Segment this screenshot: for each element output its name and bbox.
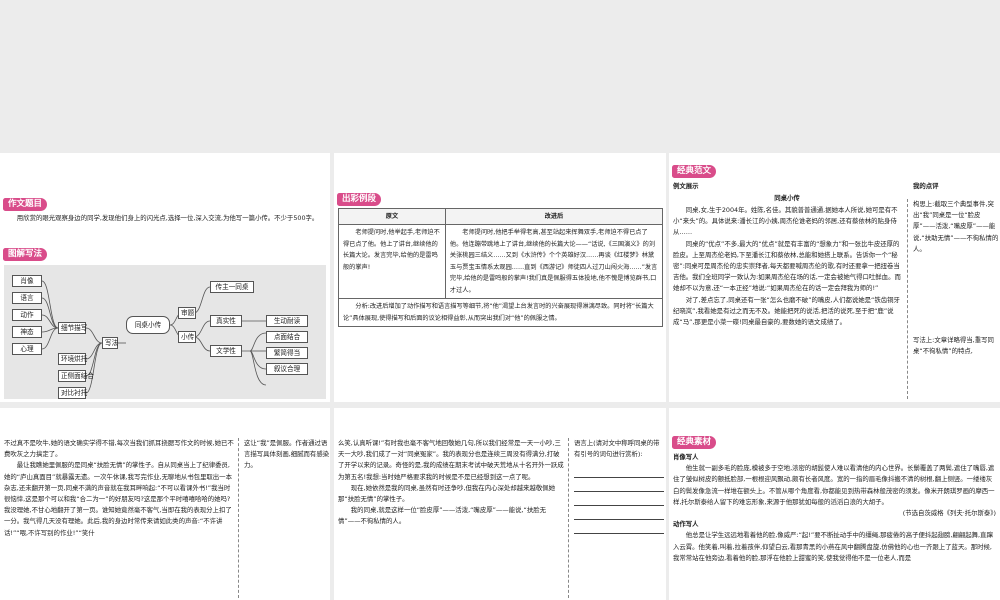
mm-authenticity: 真实性 — [210, 315, 242, 327]
panel-essay-continued: 不过真不是吹牛,她的语文确实学得不错,每次当我们抓耳挠腮写作文的时候,她已不费吹… — [0, 408, 330, 600]
mm-contrast: 对比衬托 — [58, 387, 87, 399]
table-row: 老师提问时,他举起手,老师迫不得已点了他。他上了讲台,继续他的长篇大论。发言完毕… — [338, 224, 664, 300]
material-source: (节选自茨威格《列夫·托尔斯泰》) — [902, 509, 996, 518]
comparison-table: 原文 改进后 老师提问时,他举起手,老师迫不得已点了他。他上了讲台,继续他的长篇… — [338, 207, 664, 328]
answer-line[interactable] — [574, 464, 664, 479]
essay-body: 同桌,女,生于2004年。姓陈,名佳。其貌普普通通,据她本人所说,她可是有不小“… — [673, 205, 905, 328]
mm-lit-detail: 繁简得当 — [266, 347, 308, 359]
answer-line[interactable] — [574, 520, 664, 535]
essay-paragraph: 同桌,女,生于2004年。姓陈,名佳。其貌普普通通,据她本人所说,她可是有不小“… — [673, 206, 898, 237]
essay-paragraph: 么笑,认真听课!”有时我也毫不客气地回敬她几句,所以我们经常是一天一小吵,三天一… — [338, 439, 564, 481]
comment-column: 语言上(请对文中称呼同桌的带有引号的词句进行赏析): — [568, 438, 664, 598]
mm-center: 同桌小传 — [126, 316, 170, 334]
material-heading: 动作写人 — [673, 520, 699, 529]
comment-column: 这让“我”是佩服。作者通过语言描写具体刻画,细腻而有感染力。 — [238, 438, 330, 598]
essay-body-continued: 不过真不是吹牛,她的语文确实学得不错,每次当我们抓耳挠腮写作文的时候,她已不费吹… — [4, 438, 236, 539]
material-heading: 肖像写人 — [673, 453, 699, 461]
mm-method-language: 语言 — [12, 292, 42, 304]
mm-front-side: 正侧面结合 — [58, 370, 94, 382]
section-title-model: 经典范文 — [672, 165, 717, 178]
material-paragraph: 他生就一副多毛的脸庞,模被多于空地,浓密的胡髭使人难以看清他的内心世界。长鬃覆盖… — [673, 464, 995, 506]
essay-paragraph: 不过真不是吹牛,她的语文确实学得不错,每次当我们抓耳挠腮写作文的时候,她已不费吹… — [4, 439, 234, 459]
answer-line[interactable] — [574, 506, 664, 521]
panel-writing-topic: 作文题目 用欣赏的眼光观察身边的同学,发现他们身上的闪光点,选择一位,深入交流,… — [0, 153, 330, 402]
mm-detail: 细节描写 — [58, 322, 87, 334]
section-title-excerpt: 出彩例段 — [337, 193, 382, 206]
revised-text: 老师提问时,他把手举得老高,甚至站起来挥舞双手,老师迫不得已点了他。他连蹦带跳地… — [444, 224, 664, 300]
comment-structure: 构思上:截取三个典型事件,突出“我”同桌是一位“脸皮厚”——活泼,“嘴皮厚”——… — [913, 200, 999, 253]
answer-line[interactable] — [574, 478, 664, 493]
mm-method-psychology: 心理 — [12, 343, 42, 355]
section-title-material: 经典素材 — [672, 436, 717, 449]
comment-question: 语言上(请对文中称呼同桌的带有引号的词句进行赏析): — [574, 439, 660, 459]
analysis-text: 分析:改进后增加了动作描写和语言描写等细节,将“他”渴望上台发言时的兴奋展现得淋… — [338, 298, 663, 328]
mm-method-portrait: 肖像 — [12, 275, 42, 287]
panel-excerpt: 出彩例段 原文 改进后 老师提问时,他举起手,老师迫不得已点了他。他上了讲台,继… — [334, 153, 666, 402]
table-header-row: 原文 改进后 — [338, 207, 664, 226]
mm-method-expression: 神态 — [12, 326, 42, 338]
section-title-mindmap: 图解写法 — [3, 248, 48, 261]
panel-essay-end: 么笑,认真听课!”有时我也毫不客气地回敬她几句,所以我们经常是一天一小吵,三天一… — [334, 408, 666, 600]
mm-lit-point-area: 点面结合 — [266, 331, 308, 343]
comment-column: 构思上:截取三个典型事件,突出“我”同桌是一位“脸皮厚”——活泼,“嘴皮厚”——… — [907, 199, 999, 399]
mm-topic-item: 传主一同桌 — [210, 281, 254, 293]
original-text: 老师提问时,他举起手,老师迫不得已点了他。他上了讲台,继续他的长篇大论。发言完毕… — [338, 224, 446, 300]
table-row: 分析:改进后增加了动作描写和语言描写等细节,将“他”渴望上台发言时的兴奋展现得淋… — [338, 298, 663, 328]
essay-paragraph: 对了,差点忘了,同桌还有一张“怎么也磨不破”的嘴皮,人们都说她是“铁齿铜牙纪晓岚… — [673, 295, 900, 327]
answer-line[interactable] — [574, 492, 664, 507]
material-body: 肖像写人 他生就一副多毛的脸庞,模被多于空地,浓密的胡髭使人难以看清他的内心世界… — [673, 452, 996, 564]
panel-classic-material: 经典素材 肖像写人 他生就一副多毛的脸庞,模被多于空地,浓密的胡髭使人难以看清他… — [669, 408, 1000, 600]
comment-language: 这让“我”是佩服。作者通过语言描写具体刻画,细腻而有感染力。 — [244, 439, 330, 470]
mm-minor: 小传 — [178, 331, 196, 343]
topic-prompt: 用欣赏的眼光观察身边的同学,发现他们身上的闪光点,选择一位,深入交流,为他写一篇… — [16, 214, 319, 222]
essay-paragraph: 最让我瞧她里佩服的是同桌“扶脸无情”的掌性子。自从同桌当上了纪律委员,她的“庐山… — [4, 461, 232, 537]
mm-lit-narration: 叙议合理 — [266, 363, 308, 375]
essay-title: 同桌小传 — [774, 194, 800, 202]
panel-model-essay: 经典范文 例文展示 我的点评 同桌小传 同桌,女,生于2004年。姓陈,名佳。其… — [669, 153, 1000, 402]
comment-technique: 写法上:文章详略得当,重写同桌“不徇私情”的特点, — [913, 336, 994, 356]
mm-literary: 文学性 — [210, 345, 242, 357]
section-title-topic: 作文题目 — [3, 198, 48, 211]
essay-paragraph: 我的同桌,就是这样一位“脸皮厚”——活泼,“嘴皮厚”——能说,“扶脸无情”——不… — [338, 506, 546, 526]
mm-lit-vivid: 生动耐读 — [266, 315, 308, 327]
col-revised: 改进后 — [444, 207, 664, 226]
material-paragraph: 他总是让学生远远地看着他的脸,像威严:“起!”要不断扯动手中的缰绳,那疲倦的高子… — [673, 531, 993, 562]
mm-method-action: 动作 — [12, 309, 42, 321]
mm-topic: 审题 — [178, 307, 196, 319]
mindmap: 肖像 语言 动作 神态 心理 细节描写 环境烘托 正侧面结合 对比衬托 写法 同… — [4, 265, 326, 399]
mm-write: 写法 — [102, 337, 118, 349]
col-original: 原文 — [338, 207, 446, 226]
comment-label: 我的点评 — [913, 182, 939, 190]
example-label: 例文展示 — [673, 182, 699, 190]
essay-paragraph: 现在,她依然是我的同桌,虽然有时还争吵,但我在内心深处却越来越敬佩她那“扶脸无情… — [338, 483, 555, 504]
essay-body-end: 么笑,认真听课!”有时我也毫不客气地回敬她几句,所以我们经常是一天一小吵,三天一… — [338, 438, 564, 528]
mm-environment: 环境烘托 — [58, 353, 87, 365]
essay-paragraph: 同桌的“优点”不多,最大的“优点”就是有丰富的“想象力”和一张比牛皮还厚的脸皮。… — [673, 239, 901, 293]
